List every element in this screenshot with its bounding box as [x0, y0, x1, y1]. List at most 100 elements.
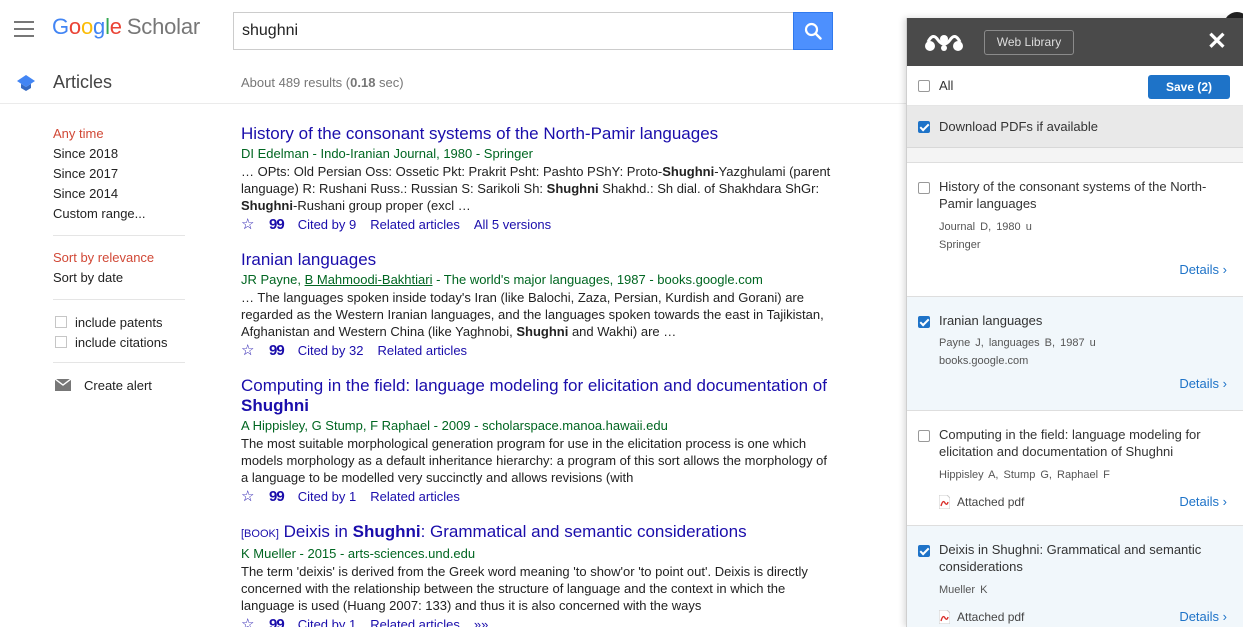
result-title[interactable]: History of the consonant systems of the …	[241, 124, 831, 144]
cite-icon[interactable]: 99	[269, 215, 285, 234]
include-citations-checkbox[interactable]: include citations	[53, 332, 185, 352]
details-link[interactable]: Details ›	[1179, 609, 1227, 624]
book-tag: [BOOK]	[241, 528, 279, 540]
result-item: History of the consonant systems of the …	[241, 124, 831, 234]
checkbox-box	[55, 336, 67, 348]
checkbox-box	[55, 316, 67, 328]
graduation-cap-icon	[17, 75, 35, 91]
library-entry[interactable]: Computing in the field: language modelin…	[907, 410, 1243, 525]
search-icon	[804, 22, 822, 40]
entry-title: History of the consonant systems of the …	[939, 179, 1207, 211]
result-item: [BOOK] Deixis in Shughni: Grammatical an…	[241, 522, 831, 627]
cite-icon[interactable]: 99	[269, 341, 285, 360]
result-title[interactable]: Computing in the field: language modelin…	[241, 376, 831, 416]
search-button[interactable]	[793, 12, 833, 50]
save-button[interactable]: Save (2)	[1148, 75, 1230, 99]
result-title[interactable]: Iranian languages	[241, 250, 831, 270]
create-alert-label: Create alert	[84, 377, 152, 393]
related-articles-link[interactable]: Related articles	[377, 341, 467, 360]
download-pdfs-row: Download PDFs if available	[907, 106, 1243, 148]
cited-by-link[interactable]: Cited by 32	[298, 341, 364, 360]
star-icon[interactable]: ☆	[241, 215, 257, 234]
star-icon[interactable]: ☆	[241, 615, 257, 627]
entry-checkbox[interactable]	[918, 182, 930, 194]
divider	[53, 362, 185, 363]
download-pdfs-label: Download PDFs if available	[939, 119, 1098, 134]
download-pdfs-checkbox[interactable]	[918, 121, 930, 133]
checkbox-label: include citations	[75, 334, 168, 350]
entry-checkbox[interactable]	[918, 430, 930, 442]
sort-by-relevance[interactable]: Sort by relevance	[53, 248, 185, 268]
envelope-icon	[55, 379, 71, 391]
hamburger-icon[interactable]	[14, 21, 34, 37]
spacer	[907, 148, 1243, 162]
result-item: Iranian languages JR Payne, B Mahmoodi-B…	[241, 250, 831, 360]
result-snippet: … The languages spoken inside today's Ir…	[241, 290, 824, 339]
cite-icon[interactable]: 99	[269, 487, 285, 506]
google-scholar-logo[interactable]: Google Scholar	[52, 14, 200, 40]
entry-source: Springer	[939, 239, 981, 251]
attached-pdf[interactable]: Attached pdf	[939, 610, 1024, 624]
entry-title: Deixis in Shughni: Grammatical and seman…	[939, 542, 1202, 574]
result-title[interactable]: [BOOK] Deixis in Shughni: Grammatical an…	[241, 522, 831, 544]
result-actions: ☆ 99 Cited by 1 Related articles	[241, 487, 831, 506]
filter-sidebar: Any time Since 2018 Since 2017 Since 201…	[53, 124, 185, 395]
checkbox-label: include patents	[75, 314, 163, 330]
cited-by-link[interactable]: Cited by 1	[298, 615, 357, 627]
results-count: About 489 results (0.18 sec)	[241, 75, 404, 90]
author-link[interactable]: B Mahmoodi-Bakhtiari	[305, 272, 433, 287]
panel-header: Web Library ✕	[907, 18, 1243, 66]
entry-checkbox[interactable]	[918, 545, 930, 557]
all-versions-link[interactable]: All 5 versions	[474, 215, 551, 234]
related-articles-link[interactable]: Related articles	[370, 487, 460, 506]
library-entry[interactable]: Deixis in Shughni: Grammatical and seman…	[907, 525, 1243, 627]
entry-meta: Mueller K	[939, 584, 988, 596]
result-snippet: The term 'deixis' is derived from the Gr…	[241, 564, 808, 613]
result-actions: ☆ 99 Cited by 1 Related articles »»	[241, 615, 831, 627]
attached-pdf[interactable]: Attached pdf	[939, 495, 1024, 509]
divider	[53, 235, 185, 236]
cited-by-link[interactable]: Cited by 1	[298, 487, 357, 506]
include-patents-checkbox[interactable]: include patents	[53, 312, 185, 332]
pdf-icon	[939, 495, 950, 509]
result-actions: ☆ 99 Cited by 9 Related articles All 5 v…	[241, 215, 831, 234]
mendeley-panel: Web Library ✕ All Save (2) Download PDFs…	[906, 18, 1243, 627]
result-snippet: … OPts: Old Persian Oss: Ossetic Pkt: Pr…	[241, 164, 831, 213]
select-all-checkbox[interactable]	[918, 80, 930, 92]
select-all-label: All	[939, 78, 954, 93]
result-meta: K Mueller - 2015 - arts-sciences.und.edu	[241, 546, 476, 561]
filter-since-2017[interactable]: Since 2017	[53, 164, 185, 184]
entry-meta: Journal D, 1980 u	[939, 221, 1032, 233]
cited-by-link[interactable]: Cited by 9	[298, 215, 357, 234]
star-icon[interactable]: ☆	[241, 341, 257, 360]
filter-custom-range[interactable]: Custom range...	[53, 204, 185, 224]
details-link[interactable]: Details ›	[1179, 494, 1227, 509]
filter-since-2018[interactable]: Since 2018	[53, 144, 185, 164]
related-articles-link[interactable]: Related articles	[370, 615, 460, 627]
create-alert-link[interactable]: Create alert	[53, 375, 185, 395]
section-title: Articles	[53, 72, 113, 92]
web-library-button[interactable]: Web Library	[984, 30, 1074, 55]
details-link[interactable]: Details ›	[1179, 376, 1227, 391]
result-meta: DI Edelman - Indo-Iranian Journal, 1980 …	[241, 146, 533, 161]
related-articles-link[interactable]: Related articles	[370, 215, 460, 234]
filter-since-2014[interactable]: Since 2014	[53, 184, 185, 204]
entry-meta: Hippisley A, Stump G, Raphael F	[939, 469, 1110, 481]
more-options-icon[interactable]: »»	[474, 615, 488, 627]
library-entry[interactable]: History of the consonant systems of the …	[907, 162, 1243, 296]
entry-source: books.google.com	[939, 355, 1029, 367]
cite-icon[interactable]: 99	[269, 615, 285, 627]
entry-title: Iranian languages	[939, 313, 1043, 328]
result-actions: ☆ 99 Cited by 32 Related articles	[241, 341, 831, 360]
entry-checkbox[interactable]	[918, 316, 930, 328]
close-icon[interactable]: ✕	[1207, 30, 1227, 54]
sort-by-date[interactable]: Sort by date	[53, 268, 185, 288]
entry-meta: Payne J, languages B, 1987 u	[939, 337, 1096, 349]
result-snippet: The most suitable morphological generati…	[241, 436, 828, 485]
details-link[interactable]: Details ›	[1179, 262, 1227, 277]
library-entry[interactable]: Iranian languages Payne J, languages B, …	[907, 296, 1243, 410]
search-input[interactable]	[233, 12, 794, 50]
star-icon[interactable]: ☆	[241, 487, 257, 506]
filter-any-time[interactable]: Any time	[53, 124, 185, 144]
select-all-row: All Save (2)	[907, 66, 1243, 106]
